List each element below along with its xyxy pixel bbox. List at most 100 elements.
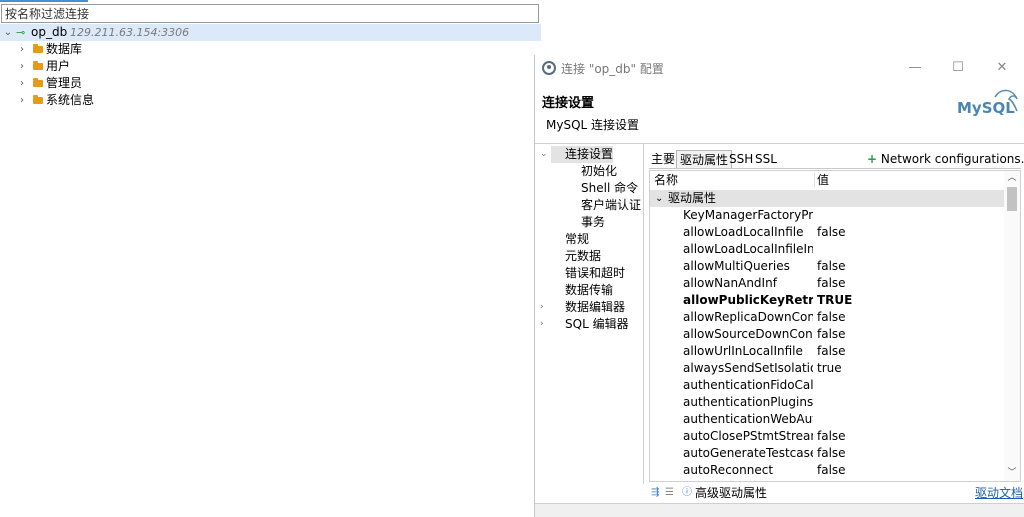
- property-value[interactable]: false: [817, 428, 846, 445]
- column-header-name[interactable]: 名称: [654, 171, 678, 189]
- nav-shell-commands[interactable]: Shell 命令: [581, 180, 638, 197]
- property-value[interactable]: false: [817, 462, 846, 479]
- tree-item-label: 系统信息: [46, 93, 95, 107]
- chevron-down-icon[interactable]: ⌄: [540, 146, 548, 163]
- property-value[interactable]: false: [817, 326, 846, 343]
- tree-item-label: 用户: [46, 59, 71, 73]
- tab-main[interactable]: 主要: [648, 150, 678, 168]
- minimize-button[interactable]: —: [903, 58, 927, 78]
- table-row[interactable]: allowMultiQueries false: [650, 258, 1004, 275]
- nav-metadata[interactable]: 元数据: [565, 248, 601, 265]
- property-name: allowNanAndInf: [683, 276, 777, 290]
- nav-init[interactable]: 初始化: [581, 163, 617, 180]
- table-row[interactable]: autoClosePStmtStreams false: [650, 428, 1004, 445]
- maximize-button[interactable]: ☐: [946, 58, 970, 78]
- nav-connection-settings[interactable]: 连接设置: [565, 146, 613, 163]
- column-header-value[interactable]: 值: [817, 171, 829, 189]
- driver-properties-table: 名称 值 ⌄ 驱动属性 KeyManagerFactoryProvider all…: [649, 170, 1021, 482]
- tab-ssl[interactable]: SSL: [752, 150, 780, 168]
- table-row[interactable]: autoReconnect false: [650, 462, 1004, 479]
- property-name: authenticationFidoCallbackHandler: [683, 378, 813, 392]
- tree-item-databases[interactable]: › 数据库: [0, 41, 200, 58]
- nav-sql-editor[interactable]: SQL 编辑器: [565, 316, 629, 333]
- group-row-driver-properties[interactable]: ⌄ 驱动属性: [650, 190, 1004, 207]
- chevron-right-icon[interactable]: ›: [540, 316, 544, 333]
- chevron-right-icon[interactable]: ›: [17, 92, 27, 109]
- property-value[interactable]: false: [817, 343, 846, 360]
- property-value[interactable]: false: [817, 224, 846, 241]
- tree-item-administrators[interactable]: › 管理员: [0, 75, 200, 92]
- database-navigator: ⌄ ⊸ op_db 129.211.63.154:3306 › 数据库 › 用户…: [0, 0, 541, 517]
- chevron-right-icon[interactable]: ›: [540, 299, 544, 316]
- table-row[interactable]: alwaysSendSetIsolation true: [650, 360, 1004, 377]
- collapse-all-icon[interactable]: ☰: [665, 484, 674, 502]
- table-row[interactable]: authenticationPlugins: [650, 394, 1004, 411]
- column-divider: [814, 173, 815, 187]
- scroll-down-icon[interactable]: ﹀: [1004, 466, 1020, 480]
- chevron-right-icon[interactable]: ›: [17, 75, 27, 92]
- nav-errors-timeouts[interactable]: 错误和超时: [565, 265, 625, 282]
- nav-transactions[interactable]: 事务: [581, 214, 605, 231]
- active-tab-indicator: [0, 0, 88, 2]
- network-configurations-button[interactable]: + Network configurations...: [867, 152, 1024, 166]
- table-row[interactable]: autoGenerateTestcaseScript false: [650, 445, 1004, 462]
- table-row[interactable]: allowLoadLocalInfileInPath: [650, 241, 1004, 258]
- property-value[interactable]: false: [817, 309, 846, 326]
- tree-item-system-info[interactable]: › 系统信息: [0, 92, 200, 109]
- table-row[interactable]: allowSourceDownConnections false: [650, 326, 1004, 343]
- property-name: allowUrlInLocalInfile: [683, 344, 803, 358]
- nav-client-auth[interactable]: 客户端认证: [581, 197, 641, 214]
- mysql-connection-icon: ⊸: [16, 26, 26, 39]
- property-value[interactable]: false: [817, 258, 846, 275]
- property-name: allowPublicKeyRetrieval: [683, 293, 813, 307]
- table-row[interactable]: authenticationWebAuthnCallbackHandler: [650, 411, 1004, 428]
- expand-all-icon[interactable]: ⇶: [651, 484, 659, 502]
- property-name: allowReplicaDownConnections: [683, 310, 813, 324]
- vertical-scrollbar[interactable]: ︿ ﹀: [1004, 171, 1020, 481]
- tab-driver-properties[interactable]: 驱动属性: [676, 150, 733, 168]
- property-value[interactable]: true: [817, 360, 842, 377]
- table-row[interactable]: allowUrlInLocalInfile false: [650, 343, 1004, 360]
- dialog-button-bar: [535, 503, 1024, 517]
- connection-filter-input[interactable]: [1, 4, 539, 23]
- table-row[interactable]: allowPublicKeyRetrieval TRUE: [650, 292, 1004, 309]
- property-value[interactable]: false: [817, 445, 846, 462]
- table-row[interactable]: allowNanAndInf false: [650, 275, 1004, 292]
- chevron-down-icon[interactable]: ⌄: [655, 190, 663, 207]
- property-name: autoGenerateTestcaseScript: [683, 446, 813, 460]
- driver-docs-link[interactable]: 驱动文档: [975, 484, 1023, 502]
- connection-host: 129.211.63.154:3306: [70, 26, 190, 39]
- close-button[interactable]: ✕: [990, 58, 1014, 78]
- chevron-down-icon[interactable]: ⌄: [3, 24, 13, 41]
- connection-name: op_db: [31, 25, 68, 39]
- tree-item-users[interactable]: › 用户: [0, 58, 200, 75]
- chevron-right-icon[interactable]: ›: [17, 41, 27, 58]
- property-name: allowMultiQueries: [683, 259, 790, 273]
- connection-node-op-db[interactable]: ⌄ ⊸ op_db 129.211.63.154:3306: [0, 24, 541, 41]
- table-row[interactable]: authenticationFidoCallbackHandler: [650, 377, 1004, 394]
- property-name: allowLoadLocalInfileInPath: [683, 242, 813, 256]
- dialog-titlebar[interactable]: 连接 "op_db" 配置 — ☐ ✕: [535, 55, 1024, 81]
- tabs-divider: [649, 168, 1021, 169]
- table-row[interactable]: allowLoadLocalInfile false: [650, 224, 1004, 241]
- property-value[interactable]: TRUE: [817, 292, 852, 309]
- group-label: 驱动属性: [668, 191, 717, 205]
- nav-data-transfer[interactable]: 数据传输: [565, 282, 613, 299]
- property-name: authenticationWebAuthnCallbackHandler: [683, 412, 813, 426]
- info-icon: ⓘ: [682, 487, 692, 498]
- nav-data-editor[interactable]: 数据编辑器: [565, 299, 625, 316]
- scrollbar-thumb[interactable]: [1007, 187, 1017, 211]
- scroll-up-icon[interactable]: ︿: [1004, 171, 1020, 185]
- chevron-right-icon[interactable]: ›: [17, 58, 27, 75]
- nav-general[interactable]: 常规: [565, 231, 589, 248]
- property-value[interactable]: false: [817, 275, 846, 292]
- dialog-title: 连接 "op_db" 配置: [561, 62, 664, 76]
- table-row[interactable]: allowReplicaDownConnections false: [650, 309, 1004, 326]
- folder-icon: [33, 92, 43, 109]
- table-footer: ⇶ ☰ ⓘ 高级驱动属性 驱动文档: [649, 484, 1023, 502]
- settings-nav-tree: ⌄ 连接设置 初始化 Shell 命令 客户端认证 事务 常规 元数据 错误和超…: [535, 144, 644, 484]
- table-row[interactable]: KeyManagerFactoryProvider: [650, 207, 1004, 224]
- property-name: KeyManagerFactoryProvider: [683, 208, 813, 222]
- tree-item-label: 管理员: [46, 76, 83, 90]
- property-name: autoClosePStmtStreams: [683, 429, 813, 443]
